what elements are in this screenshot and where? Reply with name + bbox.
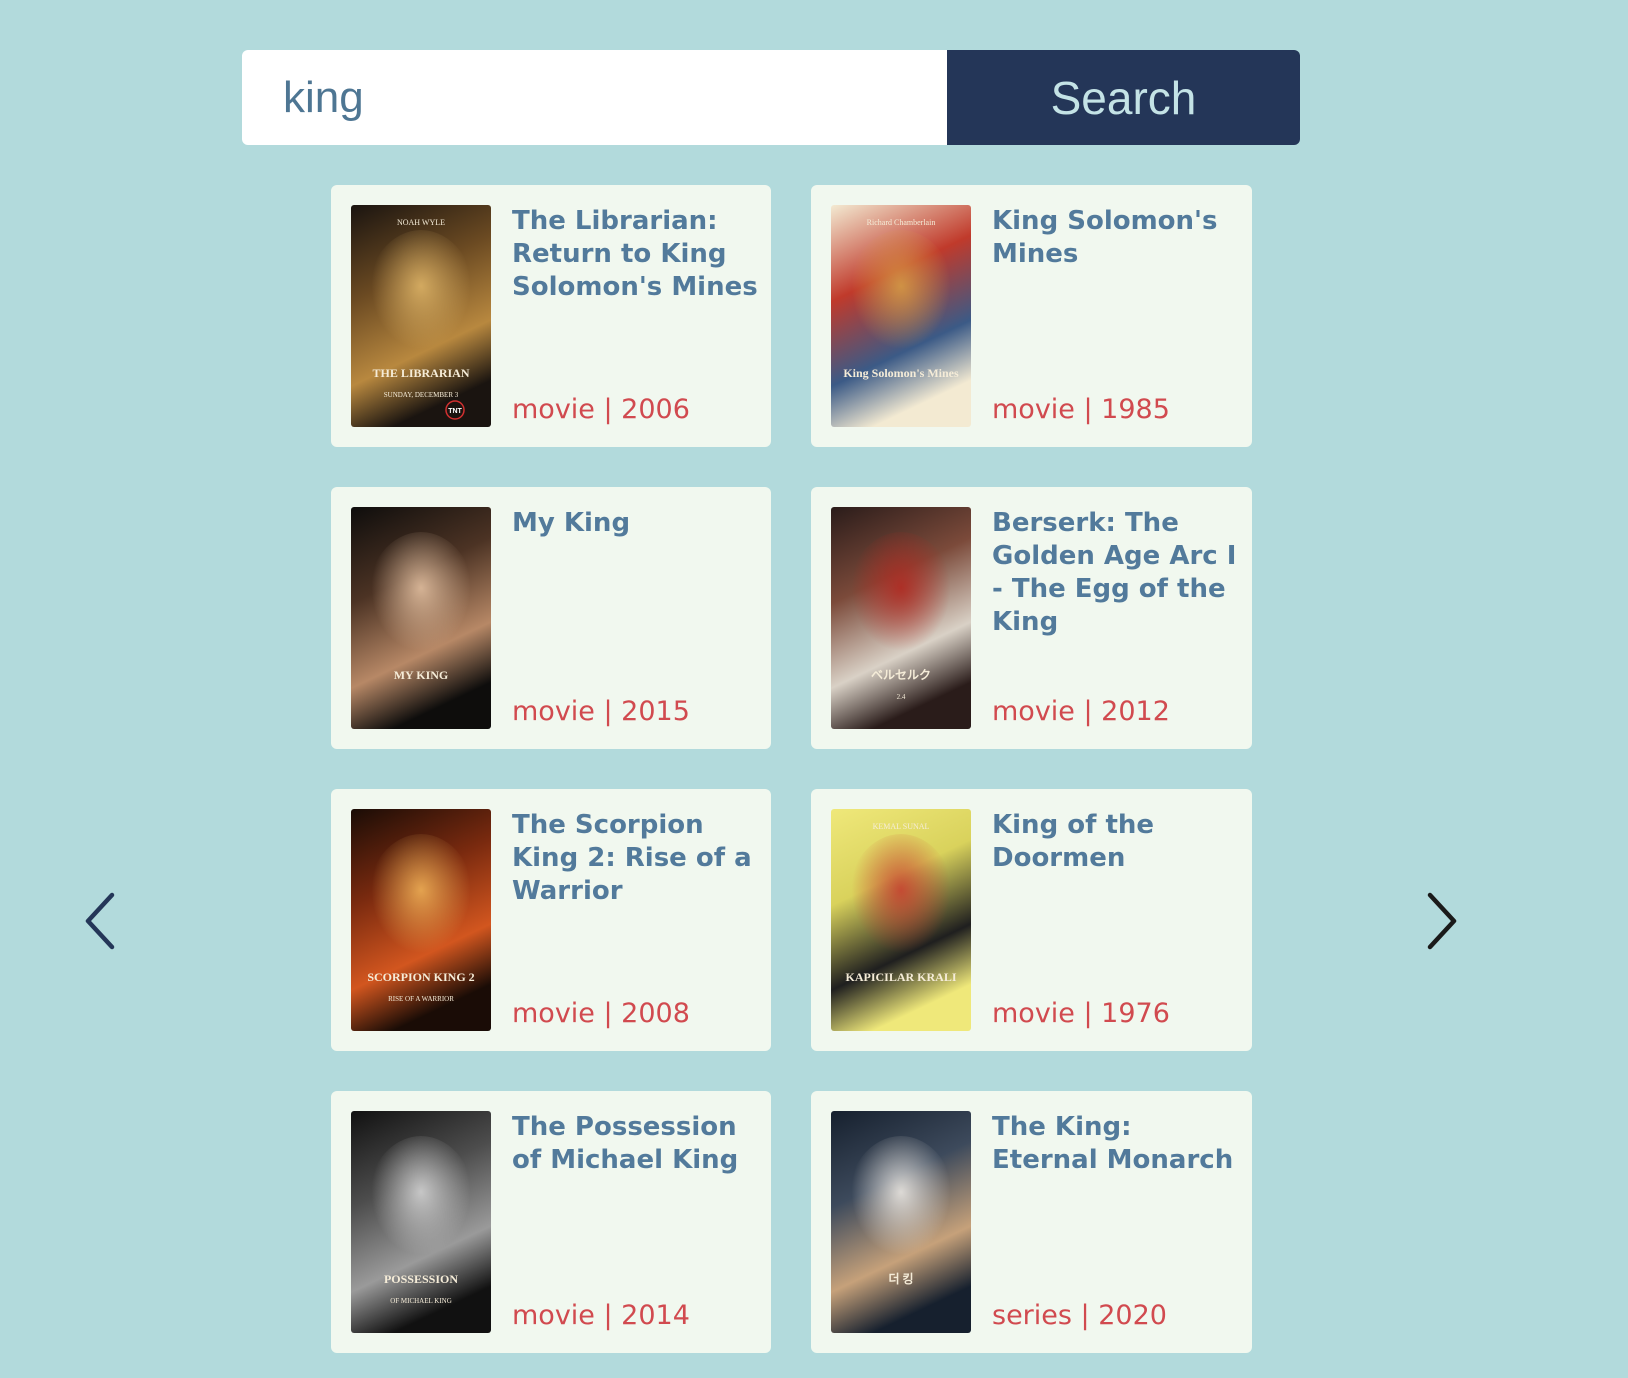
result-title[interactable]: The Possession of Michael King bbox=[512, 1111, 763, 1177]
poster-image[interactable]: ベルセルク 2.4 bbox=[831, 507, 971, 729]
poster-title-text: 더 킹 bbox=[888, 1271, 913, 1286]
result-card[interactable]: POSSESSION OF MICHAEL KING The Possession … bbox=[331, 1091, 771, 1353]
result-meta: movie | 2014 bbox=[512, 1300, 690, 1331]
result-title[interactable]: Berserk: The Golden Age Arc I - The Egg … bbox=[992, 507, 1244, 639]
poster-image[interactable]: Richard Chamberlain King Solomon's Mines bbox=[831, 205, 971, 427]
result-card[interactable]: MY KING My King movie | 2015 bbox=[331, 487, 771, 749]
prev-page-button[interactable] bbox=[80, 891, 120, 951]
search-input[interactable] bbox=[242, 50, 947, 145]
result-card[interactable]: 더 킹 The King: Eternal Monarch series | 202… bbox=[811, 1091, 1252, 1353]
poster-subtitle-text: RISE OF A WARRIOR bbox=[388, 995, 454, 1003]
chevron-right-icon bbox=[1427, 892, 1457, 950]
result-card[interactable]: SCORPION KING 2 RISE OF A WARRIOR The Scor… bbox=[331, 789, 771, 1051]
result-meta: movie | 1976 bbox=[992, 998, 1170, 1029]
result-title[interactable]: The Librarian: Return to King Solomon's … bbox=[512, 205, 763, 304]
poster-title-text: ベルセルク bbox=[871, 668, 931, 682]
poster-title-text: POSSESSION bbox=[384, 1272, 458, 1286]
poster-title-text: KAPICILAR KRALI bbox=[845, 970, 956, 984]
result-meta: movie | 2008 bbox=[512, 998, 690, 1029]
poster-image[interactable]: SCORPION KING 2 RISE OF A WARRIOR bbox=[351, 809, 491, 1031]
result-meta: movie | 2012 bbox=[992, 696, 1170, 727]
poster-title-text: King Solomon's Mines bbox=[843, 366, 959, 380]
poster-credit-text: Richard Chamberlain bbox=[867, 218, 936, 227]
result-title[interactable]: The King: Eternal Monarch bbox=[992, 1111, 1244, 1177]
search-bar: Search bbox=[242, 50, 1300, 145]
poster-image[interactable]: KEMAL SUNAL KAPICILAR KRALI bbox=[831, 809, 971, 1031]
poster-image[interactable]: 더 킹 bbox=[831, 1111, 971, 1333]
result-title[interactable]: The Scorpion King 2: Rise of a Warrior bbox=[512, 809, 763, 908]
poster-badge-text: TNT bbox=[448, 408, 462, 415]
poster-title-text: THE LIBRARIAN bbox=[372, 366, 469, 380]
poster-subtitle-text: OF MICHAEL KING bbox=[390, 1297, 452, 1305]
chevron-left-icon bbox=[85, 892, 115, 950]
search-button[interactable]: Search bbox=[947, 50, 1300, 145]
result-meta: movie | 2006 bbox=[512, 394, 690, 425]
result-card[interactable]: ベルセルク 2.4 Berserk: The Golden Age Arc I - … bbox=[811, 487, 1252, 749]
poster-subtitle-text: SUNDAY, DECEMBER 3 bbox=[384, 391, 459, 399]
poster-title-text: MY KING bbox=[394, 668, 449, 682]
result-title[interactable]: My King bbox=[512, 507, 763, 540]
result-card[interactable]: NOAH WYLE THE LIBRARIAN SUNDAY, DECEMBER 3… bbox=[331, 185, 771, 447]
poster-image[interactable]: MY KING bbox=[351, 507, 491, 729]
poster-title-text: SCORPION KING 2 bbox=[367, 970, 474, 984]
result-meta: movie | 1985 bbox=[992, 394, 1170, 425]
next-page-button[interactable] bbox=[1422, 891, 1462, 951]
result-meta: movie | 2015 bbox=[512, 696, 690, 727]
result-meta: series | 2020 bbox=[992, 1300, 1167, 1331]
result-card[interactable]: Richard Chamberlain King Solomon's Mines K… bbox=[811, 185, 1252, 447]
result-title[interactable]: King Solomon's Mines bbox=[992, 205, 1244, 271]
poster-subtitle-text: 2.4 bbox=[897, 693, 906, 701]
poster-credit-text: NOAH WYLE bbox=[397, 218, 445, 227]
result-title[interactable]: King of the Doormen bbox=[992, 809, 1244, 875]
results-grid: NOAH WYLE THE LIBRARIAN SUNDAY, DECEMBER 3… bbox=[331, 185, 1252, 1353]
poster-credit-text: KEMAL SUNAL bbox=[873, 822, 930, 831]
result-card[interactable]: KEMAL SUNAL KAPICILAR KRALI King of the Do… bbox=[811, 789, 1252, 1051]
poster-image[interactable]: NOAH WYLE THE LIBRARIAN SUNDAY, DECEMBER 3… bbox=[351, 205, 491, 427]
poster-image[interactable]: POSSESSION OF MICHAEL KING bbox=[351, 1111, 491, 1333]
